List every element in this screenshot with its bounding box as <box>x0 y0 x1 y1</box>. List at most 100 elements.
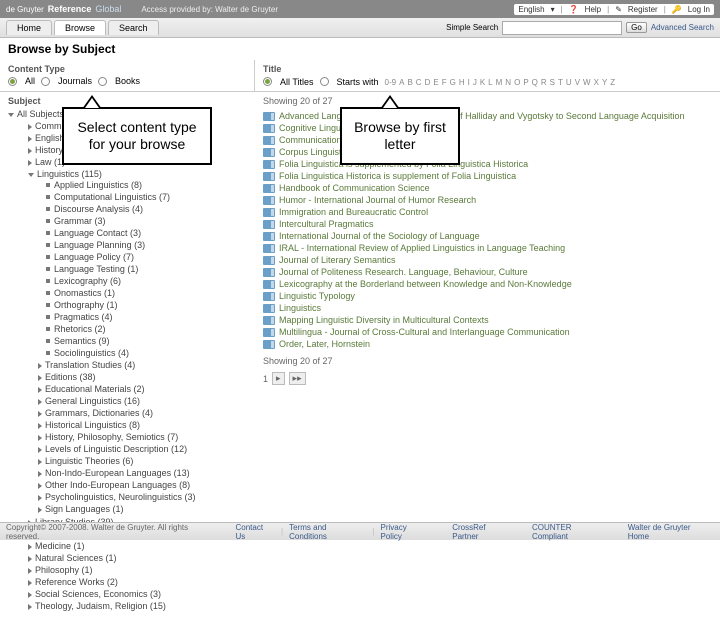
tree-item[interactable]: Non-Indo-European Languages (13) <box>38 467 247 479</box>
letter-D[interactable]: D <box>425 78 431 87</box>
tab-home[interactable]: Home <box>6 20 52 35</box>
letter-Y[interactable]: Y <box>602 78 607 87</box>
letter-M[interactable]: M <box>496 78 503 87</box>
result-link[interactable]: IRAL - International Review of Applied L… <box>279 243 565 253</box>
search-input[interactable] <box>502 21 622 35</box>
tree-item[interactable]: Theology, Judaism, Religion (15) <box>28 600 247 612</box>
radio-books[interactable] <box>98 77 107 86</box>
tree-item[interactable]: General Linguistics (16) <box>38 395 247 407</box>
lang-select[interactable]: English <box>518 5 544 14</box>
result-item[interactable]: Advanced Language Learning: Contribution… <box>263 110 712 122</box>
tree-item[interactable]: Reference Works (2) <box>28 576 247 588</box>
result-item[interactable]: Linguistics <box>263 302 712 314</box>
result-link[interactable]: Immigration and Bureaucratic Control <box>279 207 428 217</box>
letter-C[interactable]: C <box>416 78 422 87</box>
result-item[interactable]: Immigration and Bureaucratic Control <box>263 206 712 218</box>
result-item[interactable]: Order, Later, Hornstein <box>263 338 712 350</box>
tree-item[interactable]: History, Philosophy, Semiotics (7) <box>38 431 247 443</box>
letter-P[interactable]: P <box>523 78 528 87</box>
result-item[interactable]: Communication Theory <box>263 134 712 146</box>
tree-item[interactable]: Translation Studies (4) <box>38 359 247 371</box>
result-item[interactable]: Journal of Politeness Research. Language… <box>263 266 712 278</box>
letter-G[interactable]: G <box>450 78 456 87</box>
letter-S[interactable]: S <box>550 78 555 87</box>
letter-L[interactable]: L <box>488 78 492 87</box>
tree-item[interactable]: Natural Sciences (1) <box>28 552 247 564</box>
radio-all-titles[interactable] <box>263 77 272 86</box>
tree-item[interactable]: Onomastics (1) <box>38 287 247 299</box>
result-item[interactable]: Journal of Literary Semantics <box>263 254 712 266</box>
radio-journals[interactable] <box>41 77 50 86</box>
pager-last-icon[interactable]: ▸▸ <box>289 372 306 385</box>
footer-home[interactable]: Walter de Gruyter Home <box>628 523 714 541</box>
letter-A[interactable]: A <box>399 78 404 87</box>
result-link[interactable]: Multilingua - Journal of Cross-Cultural … <box>279 327 570 337</box>
result-link[interactable]: Journal of Literary Semantics <box>279 255 396 265</box>
tree-item[interactable]: Language Planning (3) <box>38 239 247 251</box>
result-item[interactable]: Handbook of Communication Science <box>263 182 712 194</box>
tree-item[interactable]: Psycholinguistics, Neurolinguistics (3) <box>38 491 247 503</box>
result-item[interactable]: Mapping Linguistic Diversity in Multicul… <box>263 314 712 326</box>
tree-item[interactable]: Social Sciences, Economics (3) <box>28 588 247 600</box>
letter-B[interactable]: B <box>407 78 412 87</box>
tree-item[interactable]: Medicine (1) <box>28 540 247 552</box>
tree-item[interactable]: Grammar (3) <box>38 215 247 227</box>
letter-R[interactable]: R <box>541 78 547 87</box>
footer-privacy[interactable]: Privacy Policy <box>381 523 431 541</box>
register-link[interactable]: Register <box>628 5 658 14</box>
result-item[interactable]: Multilingua - Journal of Cross-Cultural … <box>263 326 712 338</box>
result-link[interactable]: Lexicography at the Borderland between K… <box>279 279 572 289</box>
result-item[interactable]: Folia Linguistica Historica is supplemen… <box>263 170 712 182</box>
letter-T[interactable]: T <box>558 78 563 87</box>
tree-item[interactable]: Grammars, Dictionaries (4) <box>38 407 247 419</box>
result-link[interactable]: International Journal of the Sociology o… <box>279 231 480 241</box>
footer-contact[interactable]: Contact Us <box>236 523 276 541</box>
pager-next-icon[interactable]: ▸ <box>272 372 285 385</box>
result-link[interactable]: Mapping Linguistic Diversity in Multicul… <box>279 315 489 325</box>
radio-starts-with[interactable] <box>320 77 329 86</box>
tree-item[interactable]: Discourse Analysis (4) <box>38 203 247 215</box>
result-item[interactable]: Linguistic Typology <box>263 290 712 302</box>
result-item[interactable]: Folia Linguistica is supplemented by Fol… <box>263 158 712 170</box>
advanced-search-link[interactable]: Advanced Search <box>651 23 714 32</box>
tree-item[interactable]: Language Contact (3) <box>38 227 247 239</box>
result-item[interactable]: Cognitive Linguistics <box>263 122 712 134</box>
tree-item[interactable]: Philosophy (1) <box>28 564 247 576</box>
footer-crossref[interactable]: CrossRef Partner <box>452 523 514 541</box>
login-link[interactable]: Log In <box>688 5 710 14</box>
tree-item[interactable]: Sociolinguistics (4) <box>38 347 247 359</box>
result-link[interactable]: Humor - International Journal of Humor R… <box>279 195 476 205</box>
tree-item[interactable]: Language Policy (7) <box>38 251 247 263</box>
result-item[interactable]: Corpus Linguistics <box>263 146 712 158</box>
result-link[interactable]: Folia Linguistica Historica is supplemen… <box>279 171 516 181</box>
tree-item[interactable]: Linguistics (115)Applied Linguistics (8)… <box>28 168 247 516</box>
go-button[interactable]: Go <box>626 22 647 33</box>
letter-U[interactable]: U <box>566 78 572 87</box>
result-link[interactable]: Linguistics <box>279 303 321 313</box>
tab-browse[interactable]: Browse <box>54 20 106 35</box>
footer-counter[interactable]: COUNTER Compliant <box>532 523 610 541</box>
letter-W[interactable]: W <box>583 78 591 87</box>
tree-item[interactable]: Computational Linguistics (7) <box>38 191 247 203</box>
tree-item[interactable]: Applied Linguistics (8) <box>38 179 247 191</box>
result-link[interactable]: Order, Later, Hornstein <box>279 339 370 349</box>
result-item[interactable]: IRAL - International Review of Applied L… <box>263 242 712 254</box>
tree-item[interactable]: Sign Languages (1) <box>38 503 247 515</box>
result-link[interactable]: Journal of Politeness Research. Language… <box>279 267 528 277</box>
tree-item[interactable]: Educational Materials (2) <box>38 383 247 395</box>
letter-O[interactable]: O <box>514 78 520 87</box>
chevron-down-icon[interactable]: ▾ <box>551 5 555 14</box>
tree-item[interactable]: Semantics (9) <box>38 335 247 347</box>
letter-Q[interactable]: Q <box>532 78 538 87</box>
letter-0-9[interactable]: 0-9 <box>385 78 397 87</box>
letter-V[interactable]: V <box>575 78 580 87</box>
tree-item[interactable]: Editions (38) <box>38 371 247 383</box>
footer-terms[interactable]: Terms and Conditions <box>289 523 366 541</box>
result-link[interactable]: Handbook of Communication Science <box>279 183 430 193</box>
letter-I[interactable]: I <box>468 78 470 87</box>
tree-item[interactable]: Rhetorics (2) <box>38 323 247 335</box>
result-item[interactable]: Humor - International Journal of Humor R… <box>263 194 712 206</box>
result-item[interactable]: International Journal of the Sociology o… <box>263 230 712 242</box>
tree-item[interactable]: Linguistic Theories (6) <box>38 455 247 467</box>
letter-E[interactable]: E <box>433 78 438 87</box>
